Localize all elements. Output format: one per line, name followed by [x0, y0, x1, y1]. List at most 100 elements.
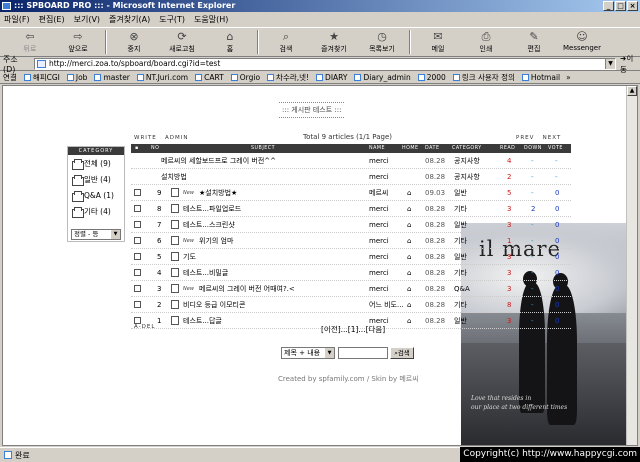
link-item[interactable]: Diary_admin — [354, 73, 411, 82]
row-subject[interactable]: 테스트...스크린샷 — [183, 217, 235, 233]
row-checkbox[interactable] — [134, 301, 141, 308]
row-subject[interactable]: 메르씨의 그레이 버전 어때여?.< — [199, 281, 295, 297]
row-author[interactable]: merci — [369, 233, 389, 249]
home-icon[interactable]: ⌂ — [407, 249, 411, 265]
row-author[interactable]: merci — [369, 281, 389, 297]
vertical-scrollbar[interactable]: ▲ — [626, 86, 637, 445]
home-icon[interactable]: ⌂ — [407, 233, 411, 249]
toolbar-home-button[interactable]: ⌂ 홈 — [206, 28, 254, 56]
next-link[interactable]: NEXT — [543, 135, 562, 141]
minimize-button[interactable]: _ — [603, 1, 614, 11]
row-subject[interactable]: 설치방법 — [161, 169, 187, 185]
row-author[interactable]: 어느 비도... — [369, 297, 404, 313]
link-item[interactable]: DIARY — [316, 73, 347, 82]
link-item[interactable]: 2000 — [417, 73, 446, 82]
row-subject[interactable]: 테스트...파일업로드 — [183, 201, 241, 217]
toolbar-favorites-button[interactable]: ★ 즐겨찾기 — [310, 28, 358, 56]
toolbar-edit-button[interactable]: ✎ 편집 — [510, 28, 558, 56]
menu-favorites[interactable]: 즐겨찾기(A) — [109, 14, 150, 25]
write-link[interactable]: WRITE — [134, 135, 157, 141]
row-author[interactable]: merci — [369, 265, 389, 281]
category-general[interactable]: 일반 (4) — [68, 171, 124, 187]
table-row[interactable]: 7 테스트...스크린샷 merci ⌂ 08.28 일반 3 - 0 — [131, 217, 571, 233]
row-checkbox[interactable] — [134, 189, 141, 196]
maximize-button[interactable]: □ — [615, 1, 626, 11]
toolbar-back-arrow-button[interactable]: ⇦ 뒤로 — [6, 28, 54, 56]
row-checkbox[interactable] — [134, 253, 141, 260]
address-input[interactable]: http://merci.zoa.to/spboard/board.cgi?id… — [33, 57, 617, 70]
links-more-icon[interactable]: » — [566, 73, 571, 82]
table-row[interactable]: 4 테스트...비밀글 merci ⌂ 08.28 기타 3 - 0 — [131, 265, 571, 281]
menu-view[interactable]: 보기(V) — [74, 14, 100, 25]
toolbar-stop-button[interactable]: ⊗ 중지 — [110, 28, 158, 56]
row-checkbox[interactable] — [134, 221, 141, 228]
link-item[interactable]: Job — [66, 73, 87, 82]
row-author[interactable]: 메르씨 — [369, 185, 388, 201]
scroll-up-icon[interactable]: ▲ — [627, 86, 637, 96]
table-row[interactable]: 6 New 위기의 엄마 merci ⌂ 08.28 기타 1 - 0 — [131, 233, 571, 249]
table-row[interactable]: 2 비디오 등급 이모티콘 어느 비도... ⌂ 08.28 기타 8 - 0 — [131, 297, 571, 313]
row-checkbox[interactable] — [134, 317, 141, 324]
row-subject[interactable]: 위기의 엄마 — [199, 233, 233, 249]
menu-tools[interactable]: 도구(T) — [159, 14, 185, 25]
toolbar-history-button[interactable]: ◷ 목록보기 — [358, 28, 406, 56]
home-icon[interactable]: ⌂ — [407, 313, 411, 329]
link-item[interactable]: 차수라,넷! — [267, 72, 309, 83]
search-input[interactable] — [338, 347, 388, 359]
table-row[interactable]: 8 테스트...파일업로드 merci ⌂ 08.28 기타 3 2 0 — [131, 201, 571, 217]
table-row[interactable]: 3 New 메르씨의 그레이 버전 어때여?.< merci ⌂ 08.28 Q&A 3 - 0 — [131, 281, 571, 297]
toolbar-forward-arrow-button[interactable]: ⇨ 앞으로 — [54, 28, 102, 56]
table-row[interactable]: 5 기도 merci ⌂ 08.28 일반 3 - 0 — [131, 249, 571, 265]
table-row[interactable]: 9 New ★설치방법★ 메르씨 ⌂ 09.03 일반 5 - 0 — [131, 185, 571, 201]
row-checkbox[interactable] — [134, 269, 141, 276]
search-button[interactable]: ⌕검색 — [390, 347, 414, 359]
close-button[interactable]: × — [627, 1, 638, 11]
menu-edit[interactable]: 편집(E) — [39, 14, 65, 25]
row-author[interactable]: merci — [369, 169, 389, 185]
link-item[interactable]: Orgio — [230, 73, 260, 82]
notice-row[interactable]: 설치방법 merci 08.28 공지사항 2 - - — [131, 169, 571, 185]
home-icon[interactable]: ⌂ — [407, 217, 411, 233]
link-item[interactable]: CART — [195, 73, 224, 82]
row-subject[interactable]: 테스트...비밀글 — [183, 265, 228, 281]
row-subject[interactable]: 비디오 등급 이모티콘 — [183, 297, 245, 313]
link-item[interactable]: 해피CGI — [23, 72, 60, 83]
home-icon[interactable]: ⌂ — [407, 297, 411, 313]
link-item[interactable]: 링크 사용자 정의 — [452, 72, 515, 83]
row-subject[interactable]: 테스트...답글 — [183, 313, 222, 329]
toolbar-print-button[interactable]: ⎙ 인쇄 — [462, 28, 510, 56]
category-all[interactable]: 전체 (9) — [68, 155, 124, 171]
link-item[interactable]: Hotmail — [521, 73, 560, 82]
category-qna[interactable]: Q&A (1) — [68, 187, 124, 203]
home-icon[interactable]: ⌂ — [407, 265, 411, 281]
sort-select[interactable]: 정렬 - 등 ▼ — [71, 229, 121, 240]
pagination[interactable]: [이전]...[1]...[다음] — [321, 324, 385, 335]
notice-row[interactable]: 메르씨의 세할보드프로 그레이 버전^^ merci 08.28 공지사항 4 - - — [131, 153, 571, 169]
link-item[interactable]: master — [94, 73, 130, 82]
link-item[interactable]: NT.Juri.com — [136, 73, 188, 82]
home-icon[interactable]: ⌂ — [407, 185, 411, 201]
row-checkbox[interactable] — [134, 237, 141, 244]
select-all-icon[interactable]: ▪ — [135, 146, 139, 151]
row-checkbox[interactable] — [134, 285, 141, 292]
menu-file[interactable]: 파일(F) — [4, 14, 30, 25]
category-etc[interactable]: 기타 (4) — [68, 203, 124, 219]
row-author[interactable]: merci — [369, 201, 389, 217]
prev-link[interactable]: PREV — [516, 135, 534, 141]
row-author[interactable]: merci — [369, 153, 389, 169]
address-dropdown-icon[interactable]: ▼ — [605, 58, 616, 69]
toolbar-messenger-button[interactable]: ☺ Messenger — [558, 28, 606, 56]
admin-delete-link[interactable]: A-DEL — [134, 324, 155, 330]
search-field-select[interactable]: 제목 + 내용 ▼ — [281, 347, 335, 359]
toolbar-search-button[interactable]: ⌕ 검색 — [262, 28, 310, 56]
admin-link[interactable]: ADMIN — [165, 135, 188, 141]
home-icon[interactable]: ⌂ — [407, 201, 411, 217]
row-subject[interactable]: ★설치방법★ — [199, 185, 237, 201]
home-icon[interactable]: ⌂ — [407, 281, 411, 297]
row-subject[interactable]: 기도 — [183, 249, 196, 265]
row-author[interactable]: merci — [369, 249, 389, 265]
row-checkbox[interactable] — [134, 205, 141, 212]
menu-help[interactable]: 도움말(H) — [194, 14, 228, 25]
toolbar-mail-button[interactable]: ✉ 메일 — [414, 28, 462, 56]
toolbar-refresh-button[interactable]: ⟳ 새로고침 — [158, 28, 206, 56]
